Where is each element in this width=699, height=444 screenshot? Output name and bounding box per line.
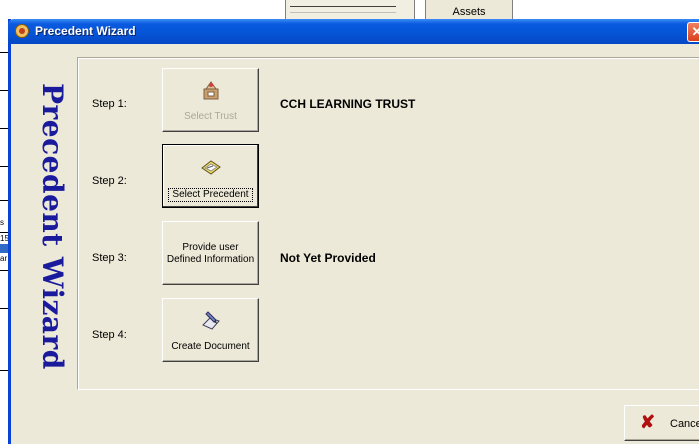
cancel-label: Cancel — [670, 418, 699, 430]
app-icon — [15, 24, 29, 38]
select-precedent-label: Select Precedent — [168, 188, 253, 202]
select-trust-button[interactable]: Select Trust — [162, 68, 259, 132]
steps-panel: Step 1: Select Trust CCH LEARNING TRUST … — [77, 57, 699, 390]
precedent-wizard-window: Precedent Wizard ✕ Precedent Wizard Step… — [8, 19, 699, 444]
title-bar[interactable]: Precedent Wizard ✕ — [8, 19, 699, 44]
close-button[interactable]: ✕ — [687, 22, 699, 42]
window-title: Precedent Wizard — [35, 24, 136, 38]
step-4-label: Step 4: — [92, 329, 127, 341]
step-2-label: Step 2: — [92, 175, 127, 187]
provide-info-label: Provide user Defined Information — [166, 241, 255, 265]
provide-user-defined-information-button[interactable]: Provide user Defined Information — [162, 221, 259, 285]
select-trust-label: Select Trust — [184, 111, 237, 122]
trust-icon — [203, 81, 219, 100]
cancel-x-icon: ✘ — [640, 412, 656, 432]
background-assets-tab[interactable]: Assets — [425, 0, 513, 21]
create-document-button[interactable]: Create Document — [162, 298, 259, 362]
create-document-label: Create Document — [171, 341, 250, 352]
background-fragment: ar — [0, 254, 8, 263]
select-precedent-button[interactable]: Select Precedent — [162, 144, 259, 208]
cancel-button[interactable]: ✘ Cancel — [624, 405, 699, 441]
create-document-icon — [202, 311, 220, 330]
background-fragment: s — [0, 218, 4, 227]
step-1-label: Step 1: — [92, 98, 127, 110]
step-3-label: Step 3: — [92, 252, 127, 264]
precedent-icon — [201, 160, 221, 175]
step-3-value: Not Yet Provided — [280, 251, 376, 265]
step-1-value: CCH LEARNING TRUST — [280, 97, 416, 111]
side-title: Precedent Wizard — [36, 83, 69, 370]
